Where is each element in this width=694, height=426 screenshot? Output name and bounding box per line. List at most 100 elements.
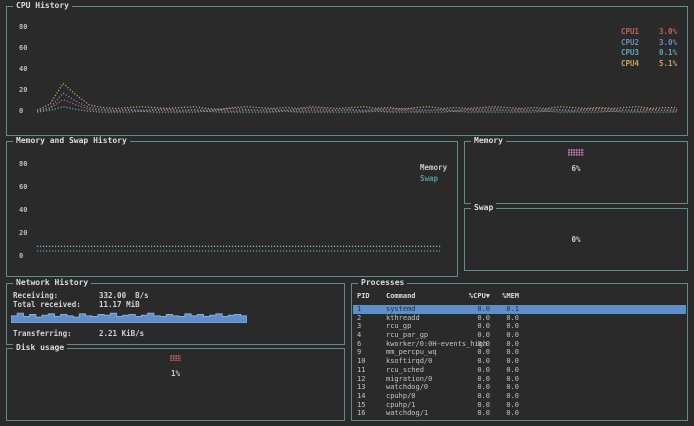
process-pid: 15	[357, 401, 386, 410]
network-area-series	[11, 313, 247, 323]
process-pid: 4	[357, 331, 386, 340]
legend-value: 0.1%	[657, 48, 677, 59]
process-row[interactable]: 10ksoftirqd/00.00.0	[353, 357, 686, 366]
series-cpu4	[37, 83, 677, 110]
cpu-history-chart	[37, 23, 677, 113]
memswap-y-axis: 806040200	[19, 160, 27, 260]
process-command: cpuhp/1	[386, 401, 460, 410]
y-axis-tick: 40	[19, 65, 27, 73]
y-axis-tick: 20	[19, 86, 27, 94]
network-history-title: Network History	[13, 278, 91, 288]
process-row[interactable]: 16watchdog/10.00.0	[353, 409, 686, 418]
y-axis-tick: 40	[19, 206, 27, 214]
transferring-label: Transferring:	[13, 329, 99, 338]
process-row[interactable]: 4rcu_par_gp0.00.0	[353, 331, 686, 340]
process-mem: 0.0	[490, 366, 519, 375]
network-transferring-line: Transferring:2.21 KiB/s	[13, 329, 144, 338]
process-row[interactable]: 2kthreadd0.00.0	[353, 314, 686, 323]
process-row[interactable]: 15cpuhp/10.00.0	[353, 401, 686, 410]
disk-percent: 1%	[171, 369, 180, 378]
processes-panel: Processes PID Command %CPU▼ %MEM 1system…	[351, 283, 688, 421]
cpu-y-axis: 806040200	[19, 23, 27, 115]
legend-label: Memory	[420, 162, 446, 173]
process-row[interactable]: 6kworker/0:0H-events_high0.00.0	[353, 340, 686, 349]
swap-title: Swap	[471, 203, 496, 213]
memswap-history-panel: Memory and Swap History 806040200 Memory…	[6, 141, 458, 277]
legend-item-cpu1: CPU1 3.0%	[621, 27, 677, 38]
memswap-history-chart	[37, 158, 441, 252]
process-row[interactable]: 12migration/00.00.0	[353, 375, 686, 384]
process-mem: 0.0	[490, 348, 519, 357]
process-pid: 16	[357, 409, 386, 418]
process-pid: 14	[357, 392, 386, 401]
disk-usage-panel: Disk usage 1%	[6, 348, 345, 421]
network-total-received-line: Total received:11.17 MiB	[13, 300, 140, 309]
process-row[interactable]: 11rcu_sched0.00.0	[353, 366, 686, 375]
y-axis-tick: 0	[19, 107, 27, 115]
process-row[interactable]: 13watchdog/00.00.0	[353, 383, 686, 392]
process-mem: 0.0	[490, 357, 519, 366]
process-cpu: 0.0	[460, 340, 490, 349]
legend-value: 5.1%	[657, 59, 677, 70]
process-mem: 0.0	[490, 409, 519, 418]
process-mem: 0.0	[490, 401, 519, 410]
transferring-value: 2.21 KiB/s	[99, 329, 144, 338]
column-header-pid[interactable]: PID	[357, 292, 386, 301]
process-cpu: 0.0	[460, 392, 490, 401]
legend-label: CPU1	[621, 27, 647, 38]
process-pid: 10	[357, 357, 386, 366]
process-row[interactable]: 1systemd0.00.1	[353, 305, 686, 314]
disk-usage-title: Disk usage	[13, 343, 67, 353]
processes-title: Processes	[358, 278, 407, 288]
process-row[interactable]: 9mm_percpu_wq0.00.0	[353, 348, 686, 357]
process-cpu: 0.0	[460, 375, 490, 384]
process-mem: 0.0	[490, 314, 519, 323]
network-receiving-line: Receiving:332.00 B/s	[13, 291, 149, 300]
legend-item-swap: Swap	[420, 173, 446, 184]
process-mem: 0.0	[490, 375, 519, 384]
process-cpu: 0.0	[460, 401, 490, 410]
process-pid: 3	[357, 322, 386, 331]
process-pid: 12	[357, 375, 386, 384]
process-cpu: 0.0	[460, 331, 490, 340]
process-command: cpuhp/0	[386, 392, 460, 401]
process-command: ksoftirqd/0	[386, 357, 460, 366]
memory-title: Memory	[471, 136, 506, 146]
legend-label: CPU2	[621, 38, 647, 49]
legend-label: Swap	[420, 173, 446, 184]
process-command: kthreadd	[386, 314, 460, 323]
legend-value: 3.0%	[657, 38, 677, 49]
memswap-history-title: Memory and Swap History	[13, 136, 130, 146]
y-axis-tick: 60	[19, 183, 27, 191]
swap-percent: 0%	[571, 235, 580, 244]
network-history-panel: Network History Receiving:332.00 B/s Tot…	[6, 283, 345, 345]
receiving-value: 332.00 B/s	[99, 291, 149, 300]
column-header-mem[interactable]: %MEM	[490, 292, 519, 301]
process-row[interactable]: 14cpuhp/00.00.0	[353, 392, 686, 401]
process-command: watchdog/0	[386, 383, 460, 392]
network-receive-sparkline	[11, 310, 247, 323]
process-mem: 0.0	[490, 322, 519, 331]
processes-header: PID Command %CPU▼ %MEM	[353, 292, 686, 301]
process-pid: 11	[357, 366, 386, 375]
process-pid: 2	[357, 314, 386, 323]
process-command: systemd	[386, 305, 460, 314]
process-command: rcu_sched	[386, 366, 460, 375]
y-axis-tick: 60	[19, 44, 27, 52]
process-command: rcu_par_gp	[386, 331, 460, 340]
memory-percent: 6%	[571, 164, 580, 173]
process-cpu: 0.0	[460, 409, 490, 418]
process-row[interactable]: 3rcu_gp0.00.0	[353, 322, 686, 331]
column-header-command[interactable]: Command	[386, 292, 460, 301]
legend-label: CPU4	[621, 59, 647, 70]
process-command: rcu_gp	[386, 322, 460, 331]
swap-panel: Swap 0%	[464, 208, 688, 271]
legend-value: 3.0%	[657, 27, 677, 38]
y-axis-tick: 0	[19, 252, 27, 260]
legend-label: CPU3	[621, 48, 647, 59]
process-command: kworker/0:0H-events_high	[386, 340, 460, 349]
process-mem: 0.0	[490, 331, 519, 340]
legend-item-cpu4: CPU4 5.1%	[621, 59, 677, 70]
process-cpu: 0.0	[460, 322, 490, 331]
column-header-cpu[interactable]: %CPU▼	[460, 292, 490, 301]
